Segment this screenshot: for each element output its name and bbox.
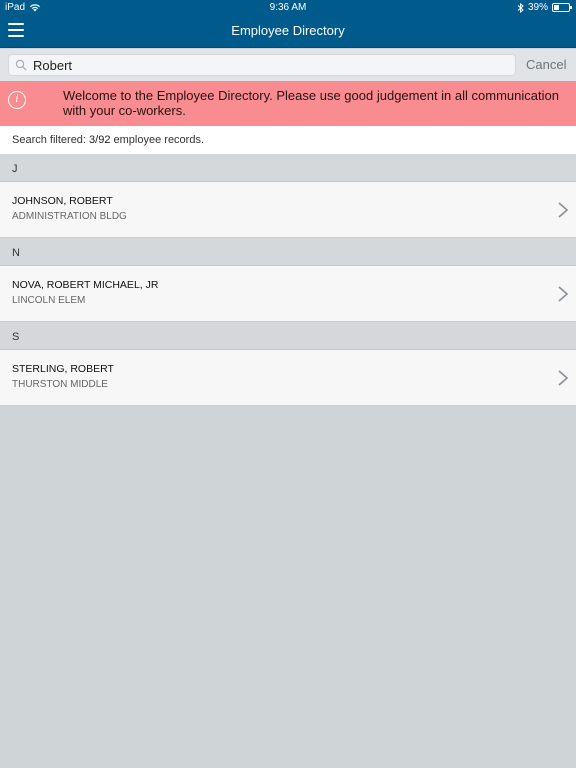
employee-row-johnson[interactable]: JOHNSON, ROBERT ADMINISTRATION BLDG [0,182,576,238]
battery-percent: 39% [527,2,548,13]
employee-location: THURSTON MIDDLE [12,379,108,390]
chevron-right-icon [558,202,569,218]
status-bar: iPad 9:36 AM 39% [0,0,576,16]
employee-location: ADMINISTRATION BLDG [12,211,127,222]
battery-fill [554,5,559,10]
employee-location: LINCOLN ELEM [12,295,86,306]
cancel-button[interactable]: Cancel [526,57,566,72]
section-letter: N [12,247,20,259]
search-filter-summary: Search filtered: 3/92 employee records. [0,126,576,154]
search-icon [15,59,27,71]
nav-bar: Employee Directory [0,16,576,48]
filter-text: Search filtered: 3/92 employee records. [12,134,204,146]
employee-row-nova[interactable]: NOVA, ROBERT MICHAEL, JR LINCOLN ELEM [0,266,576,322]
section-header-s: S [0,322,576,350]
employee-list: J JOHNSON, ROBERT ADMINISTRATION BLDG N … [0,154,576,406]
employee-name: JOHNSON, ROBERT [12,195,113,207]
employee-name: NOVA, ROBERT MICHAEL, JR [12,279,159,291]
filter-prefix: Search filtered: [12,134,90,146]
search-input[interactable] [33,55,503,75]
search-field[interactable] [8,54,516,76]
employee-name: STERLING, ROBERT [12,363,114,375]
section-letter: J [12,163,18,175]
section-header-j: J [0,154,576,182]
filter-count: 3/92 [89,134,111,146]
battery-icon [552,3,572,12]
section-letter: S [12,331,20,343]
page-title: Employee Directory [231,23,345,38]
banner-message: Welcome to the Employee Directory. Pleas… [63,88,559,118]
employee-row-sterling[interactable]: STERLING, ROBERT THURSTON MIDDLE [0,350,576,406]
status-bar-right: 39% [517,2,572,13]
welcome-banner: i Welcome to the Employee Directory. Ple… [0,81,576,126]
search-bar: Cancel [0,49,576,81]
bluetooth-icon [517,2,524,13]
clock: 9:36 AM [269,2,307,13]
info-icon: i [8,91,26,109]
filter-suffix: employee records. [110,134,205,146]
chevron-right-icon [558,370,569,386]
section-header-n: N [0,238,576,266]
chevron-right-icon [558,286,569,302]
